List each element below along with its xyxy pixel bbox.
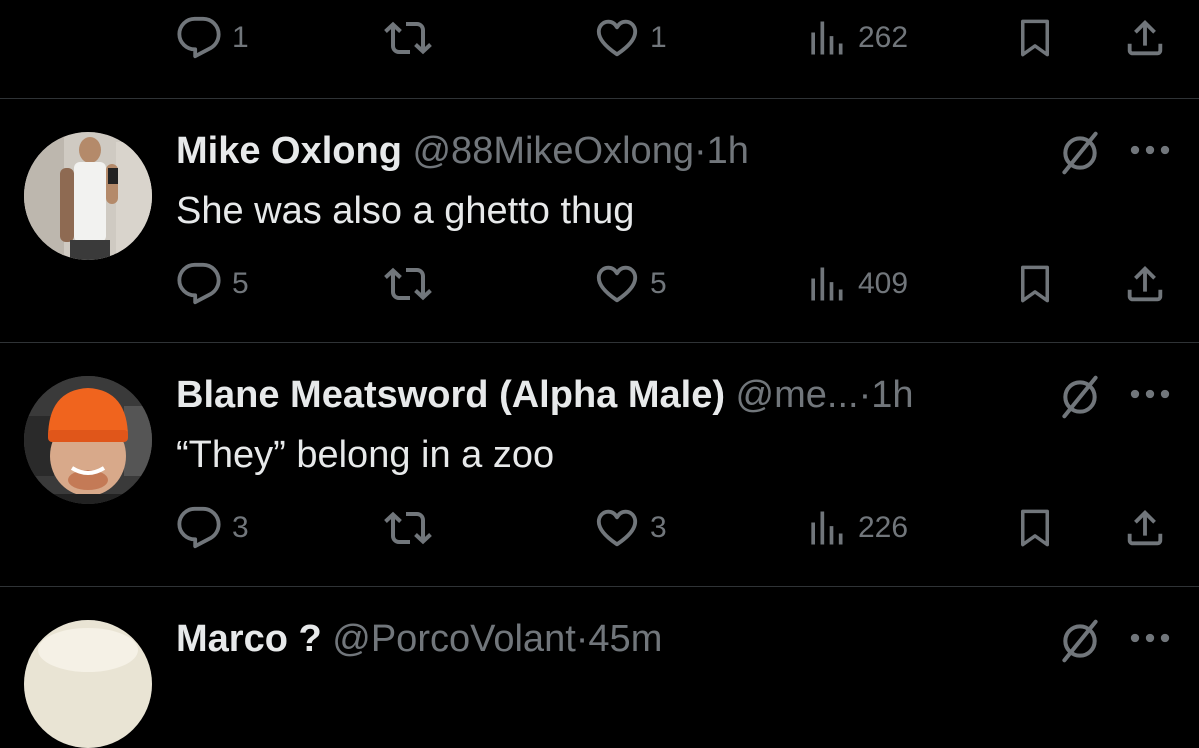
timestamp[interactable]: 1h <box>871 374 913 416</box>
views-count: 226 <box>858 511 909 544</box>
display-name[interactable]: Mike Oxlong <box>176 130 402 172</box>
bookmark-icon <box>1014 263 1056 305</box>
bookmark-button[interactable] <box>1014 260 1056 308</box>
reply-icon <box>176 15 222 61</box>
grok-icon <box>1058 619 1102 663</box>
separator: · <box>858 374 872 416</box>
timestamp[interactable]: 45m <box>588 618 662 660</box>
tweet-header: Mike Oxlong @88MikeOxlong·1h <box>176 129 749 173</box>
separator: · <box>693 130 707 172</box>
reply-icon <box>176 505 222 551</box>
display-name[interactable]: Blane Meatsword (Alpha Male) <box>176 374 725 416</box>
tweet-text: “They” belong in a zoo <box>176 434 555 476</box>
reply-button[interactable]: 1 <box>176 14 249 62</box>
repost-button[interactable] <box>384 14 432 62</box>
grok-button[interactable] <box>1058 375 1102 419</box>
like-count: 1 <box>650 21 667 54</box>
like-icon <box>594 505 640 551</box>
tweet[interactable]: Mike Oxlong @88MikeOxlong·1h She was als… <box>0 99 1199 342</box>
views-icon <box>804 506 848 550</box>
more-icon <box>1130 631 1170 645</box>
views-icon <box>804 262 848 306</box>
display-name[interactable]: Marco ? <box>176 618 322 660</box>
avatar[interactable] <box>24 376 152 504</box>
repost-icon <box>384 14 432 62</box>
grok-button[interactable] <box>1058 131 1102 175</box>
more-icon <box>1130 143 1170 157</box>
views-icon <box>804 16 848 60</box>
tweet-text: She was also a ghetto thug <box>176 190 635 232</box>
bookmark-button[interactable] <box>1014 14 1056 62</box>
bookmark-icon <box>1014 17 1056 59</box>
share-icon <box>1122 505 1168 551</box>
reply-button[interactable]: 3 <box>176 504 249 552</box>
tweet[interactable]: Marco ? @PorcoVolant·45m <box>0 587 1199 748</box>
grok-button[interactable] <box>1058 619 1102 663</box>
more-button[interactable] <box>1130 631 1170 651</box>
reply-button[interactable]: 5 <box>176 260 249 308</box>
views-button[interactable]: 226 <box>804 504 908 552</box>
handle[interactable]: @me... <box>736 374 859 416</box>
action-bar: 1 1 262 <box>0 14 1199 62</box>
tweet-header: Blane Meatsword (Alpha Male) @me...·1h <box>176 373 914 417</box>
separator: · <box>575 618 589 660</box>
like-icon <box>594 261 640 307</box>
timestamp[interactable]: 1h <box>707 130 749 172</box>
share-button[interactable] <box>1122 14 1168 62</box>
action-bar: 5 5 409 <box>0 260 1199 308</box>
share-button[interactable] <box>1122 260 1168 308</box>
repost-icon <box>384 260 432 308</box>
repost-button[interactable] <box>384 504 432 552</box>
bookmark-icon <box>1014 507 1056 549</box>
reply-count: 1 <box>232 21 249 54</box>
more-button[interactable] <box>1130 387 1170 407</box>
handle[interactable]: @88MikeOxlong <box>412 130 693 172</box>
bookmark-button[interactable] <box>1014 504 1056 552</box>
views-count: 262 <box>858 21 909 54</box>
more-icon <box>1130 387 1170 401</box>
share-icon <box>1122 15 1168 61</box>
like-button[interactable]: 1 <box>594 14 667 62</box>
views-button[interactable]: 409 <box>804 260 908 308</box>
more-button[interactable] <box>1130 143 1170 163</box>
share-icon <box>1122 261 1168 307</box>
reply-icon <box>176 261 222 307</box>
repost-icon <box>384 504 432 552</box>
reply-count: 3 <box>232 511 249 544</box>
action-bar: 3 3 226 <box>0 504 1199 552</box>
handle[interactable]: @PorcoVolant <box>332 618 576 660</box>
like-button[interactable]: 3 <box>594 504 667 552</box>
like-count: 5 <box>650 267 667 300</box>
like-button[interactable]: 5 <box>594 260 667 308</box>
tweet[interactable]: Blane Meatsword (Alpha Male) @me...·1h “… <box>0 343 1199 586</box>
avatar[interactable] <box>24 132 152 260</box>
share-button[interactable] <box>1122 504 1168 552</box>
like-count: 3 <box>650 511 667 544</box>
like-icon <box>594 15 640 61</box>
reply-count: 5 <box>232 267 249 300</box>
repost-button[interactable] <box>384 260 432 308</box>
grok-icon <box>1058 375 1102 419</box>
views-count: 409 <box>858 267 909 300</box>
tweet-header: Marco ? @PorcoVolant·45m <box>176 617 662 661</box>
grok-icon <box>1058 131 1102 175</box>
views-button[interactable]: 262 <box>804 14 908 62</box>
avatar[interactable] <box>24 620 152 748</box>
